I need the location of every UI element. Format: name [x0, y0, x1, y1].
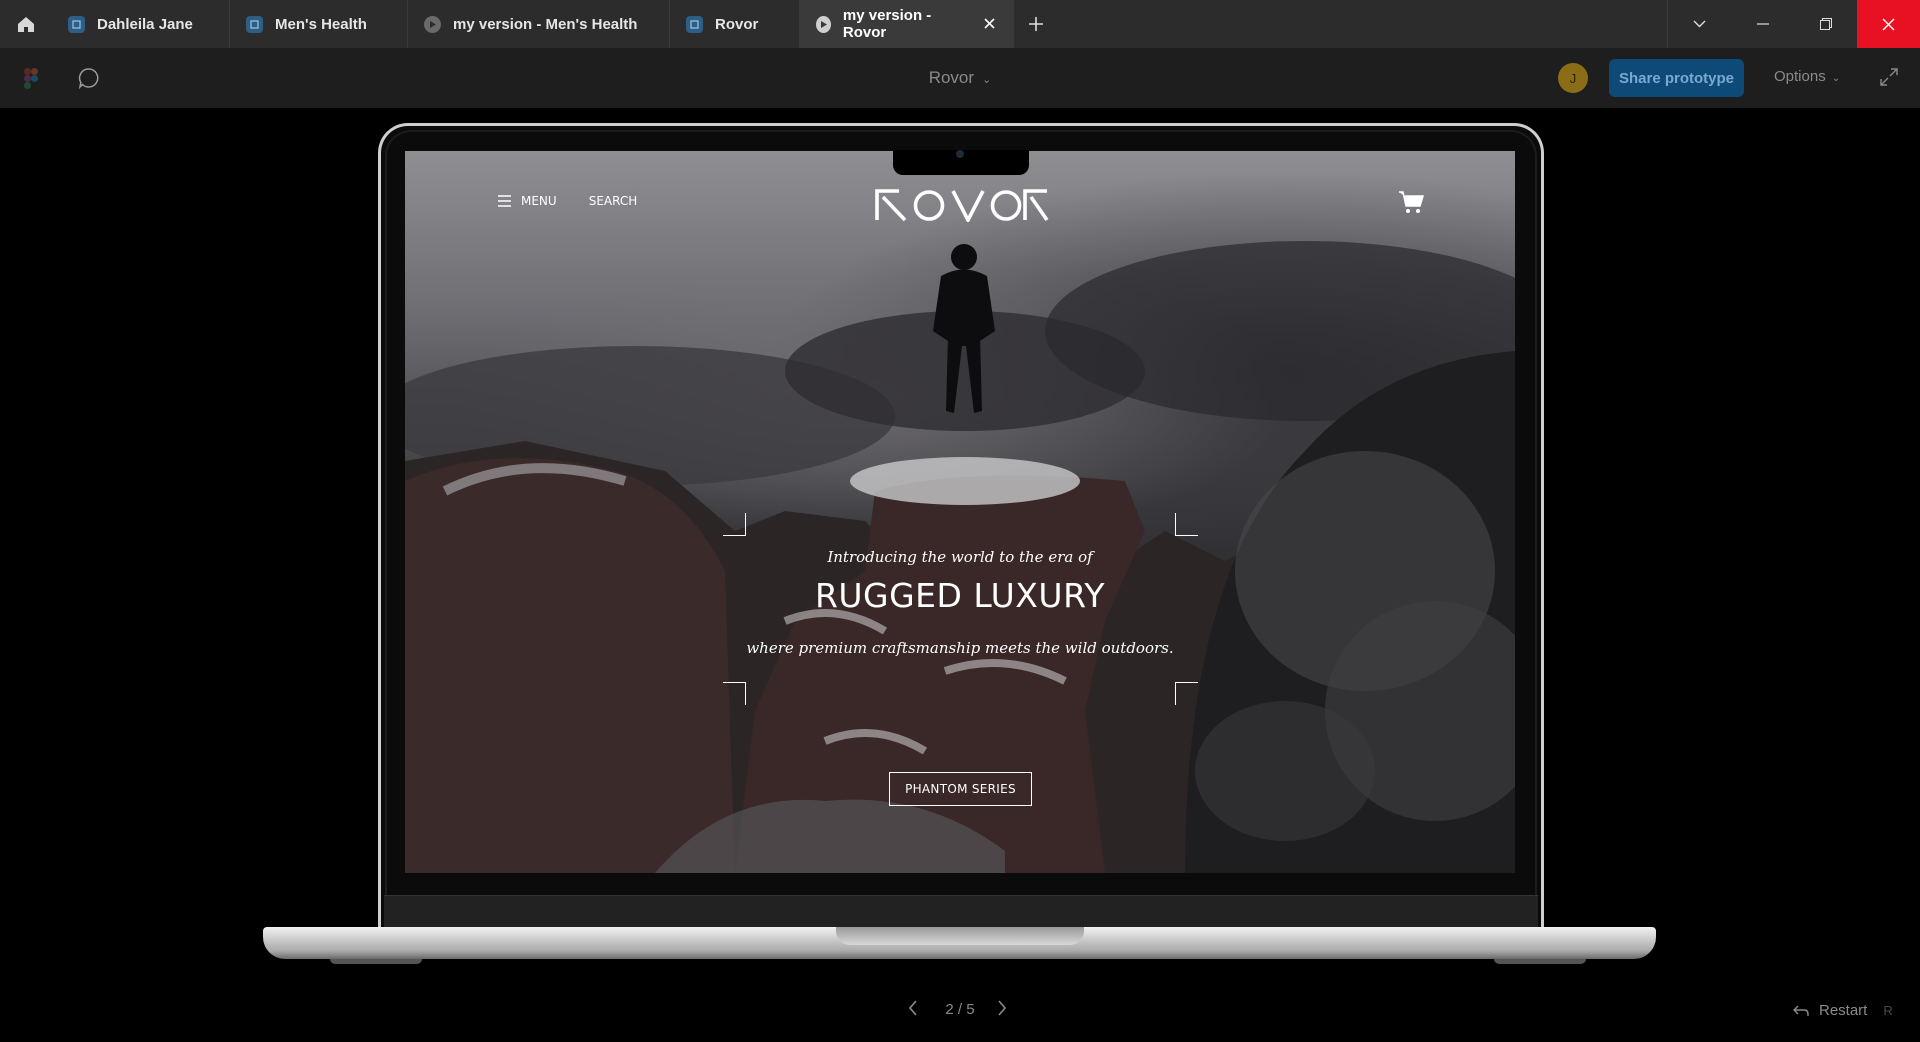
page-indicator: 2 / 5 [945, 1001, 975, 1018]
comment-icon[interactable] [78, 67, 100, 94]
chevron-down-icon [1693, 20, 1706, 28]
mountain-scene-image [405, 241, 1515, 873]
frame-pager: 2 / 5 [0, 1000, 1920, 1020]
frame-corner [1175, 513, 1198, 536]
options-label: Options [1774, 68, 1826, 85]
tab-rovor[interactable]: Rovor [670, 0, 800, 48]
previous-frame-button[interactable] [908, 1000, 918, 1020]
site-nav-left: MENU SEARCH [498, 194, 637, 208]
rovor-wordmark [875, 189, 1049, 224]
frame-corner [1175, 682, 1198, 705]
avatar[interactable]: J [1558, 63, 1588, 93]
tab-my-version-rovor[interactable]: my version - Rovor [800, 0, 1014, 48]
home-icon [18, 16, 34, 32]
rovor-logo[interactable] [875, 189, 1049, 227]
options-menu[interactable]: Options ⌄ [1774, 68, 1840, 85]
share-prototype-button[interactable]: Share prototype [1609, 59, 1744, 97]
laptop-bezel-bottom [384, 895, 1538, 930]
minimize-icon [1756, 23, 1769, 25]
plus-icon [1029, 17, 1043, 31]
fullscreen-icon[interactable] [1880, 68, 1898, 91]
tab-label: my version - Rovor [842, 7, 932, 41]
new-tab-button[interactable] [1014, 0, 1058, 48]
next-frame-button[interactable] [997, 1000, 1007, 1020]
tab-label: Men's Health [275, 15, 367, 33]
minimize-button[interactable] [1731, 0, 1794, 48]
home-button[interactable] [0, 0, 52, 48]
tab-label: Rovor [715, 15, 759, 33]
search-link[interactable]: SEARCH [589, 194, 638, 208]
tab-label: Dahleila Jane [97, 15, 193, 33]
frame-corner [723, 513, 746, 536]
browser-tab-strip: Dahleila Jane Men's Health my version - … [0, 0, 1920, 48]
laptop-foot [330, 959, 422, 964]
frame-corner [723, 682, 746, 705]
play-icon [816, 15, 831, 33]
restore-button[interactable] [1794, 0, 1857, 48]
restart-label: Restart [1819, 1002, 1868, 1019]
hero-intro-text: Introducing the world to the era of [827, 548, 1093, 566]
tab-my-version-mens-health[interactable]: my version - Men's Health [408, 0, 670, 48]
figma-file-icon [246, 15, 263, 33]
figma-file-icon [68, 15, 85, 33]
play-icon [424, 15, 441, 33]
tab-list-button[interactable] [1667, 0, 1731, 48]
laptop-foot [1494, 959, 1586, 964]
cart-icon[interactable] [1398, 190, 1425, 219]
hero-tagline: where premium craftsmanship meets the wi… [746, 639, 1174, 657]
hero-headline: RUGGED LUXURY [814, 576, 1106, 615]
close-tab-icon[interactable] [984, 16, 995, 33]
phantom-series-button[interactable]: PHANTOM SERIES [889, 772, 1032, 806]
tab-label: my version - Men's Health [453, 15, 638, 33]
chevron-down-icon[interactable]: ⌄ [982, 74, 991, 86]
website-hero: MENU SEARCH Introducing the world to the… [405, 151, 1515, 873]
menu-link[interactable]: MENU [521, 194, 557, 208]
restart-button[interactable]: Restart R [1793, 1002, 1893, 1019]
restart-shortcut: R [1883, 1003, 1893, 1018]
prototype-title-text[interactable]: Rovor [929, 68, 974, 87]
window-controls [1667, 0, 1920, 48]
laptop-base-notch [836, 927, 1084, 945]
chevron-down-icon: ⌄ [1831, 73, 1841, 84]
camera-icon [956, 150, 964, 158]
chevron-left-icon [908, 1000, 917, 1016]
close-window-button[interactable] [1857, 0, 1920, 48]
chevron-right-icon [998, 1000, 1007, 1016]
close-icon [1882, 18, 1895, 30]
tab-dahleila-jane[interactable]: Dahleila Jane [52, 0, 230, 48]
figma-logo-icon[interactable] [24, 68, 38, 94]
figma-file-icon [686, 15, 703, 33]
tab-mens-health[interactable]: Men's Health [230, 0, 408, 48]
prototype-toolbar: Rovor ⌄ J Share prototype Options ⌄ [0, 48, 1920, 108]
hamburger-menu-icon[interactable] [498, 195, 511, 207]
restart-icon [1793, 1005, 1809, 1016]
restore-icon [1819, 18, 1832, 30]
